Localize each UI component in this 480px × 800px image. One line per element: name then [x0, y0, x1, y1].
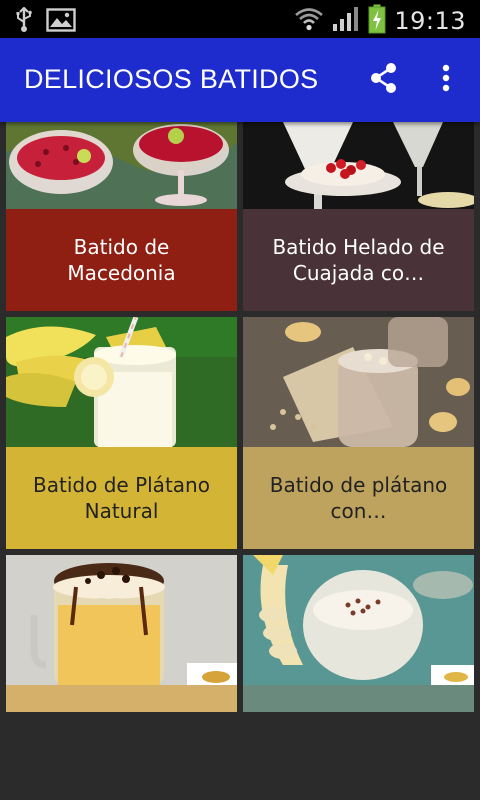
more-vert-icon [442, 64, 450, 96]
recipe-grid: Batido de Macedonia Batido Helado de Cua… [0, 122, 480, 712]
recipe-title: Batido de Plátano Natural [6, 447, 237, 549]
share-button[interactable] [364, 60, 404, 100]
recipe-photo [243, 555, 474, 685]
recipe-photo [6, 317, 237, 447]
recipe-card[interactable] [243, 555, 474, 712]
image-icon [46, 8, 76, 36]
recipe-photo [6, 555, 237, 685]
bottom-area [0, 712, 480, 800]
clock: 19:13 [394, 7, 466, 35]
battery-charging-icon [368, 4, 386, 38]
recipe-photo [243, 317, 474, 447]
recipe-title: Batido de plátano con… [243, 447, 474, 549]
recipe-card[interactable]: Batido Helado de Cuajada co… [243, 122, 474, 311]
wifi-icon [294, 6, 324, 36]
overflow-menu-button[interactable] [430, 60, 462, 100]
recipe-photo [6, 122, 237, 209]
app-bar: DELICIOSOS BATIDOS [0, 38, 480, 122]
status-bar: 19:13 [0, 0, 480, 38]
recipe-title: Batido Helado de Cuajada co… [243, 209, 474, 311]
recipe-card[interactable]: Batido de Macedonia [6, 122, 237, 311]
recipe-title [6, 685, 237, 712]
recipe-card[interactable] [6, 555, 237, 712]
recipe-title: Batido de Macedonia [6, 209, 237, 311]
recipe-photo [243, 122, 474, 209]
usb-icon [14, 6, 34, 37]
app-title: DELICIOSOS BATIDOS [24, 64, 319, 94]
recipe-card[interactable]: Batido de plátano con… [243, 317, 474, 549]
signal-icon [332, 6, 360, 36]
recipe-title [243, 685, 474, 712]
recipe-card[interactable]: Batido de Plátano Natural [6, 317, 237, 549]
share-icon [369, 62, 399, 98]
